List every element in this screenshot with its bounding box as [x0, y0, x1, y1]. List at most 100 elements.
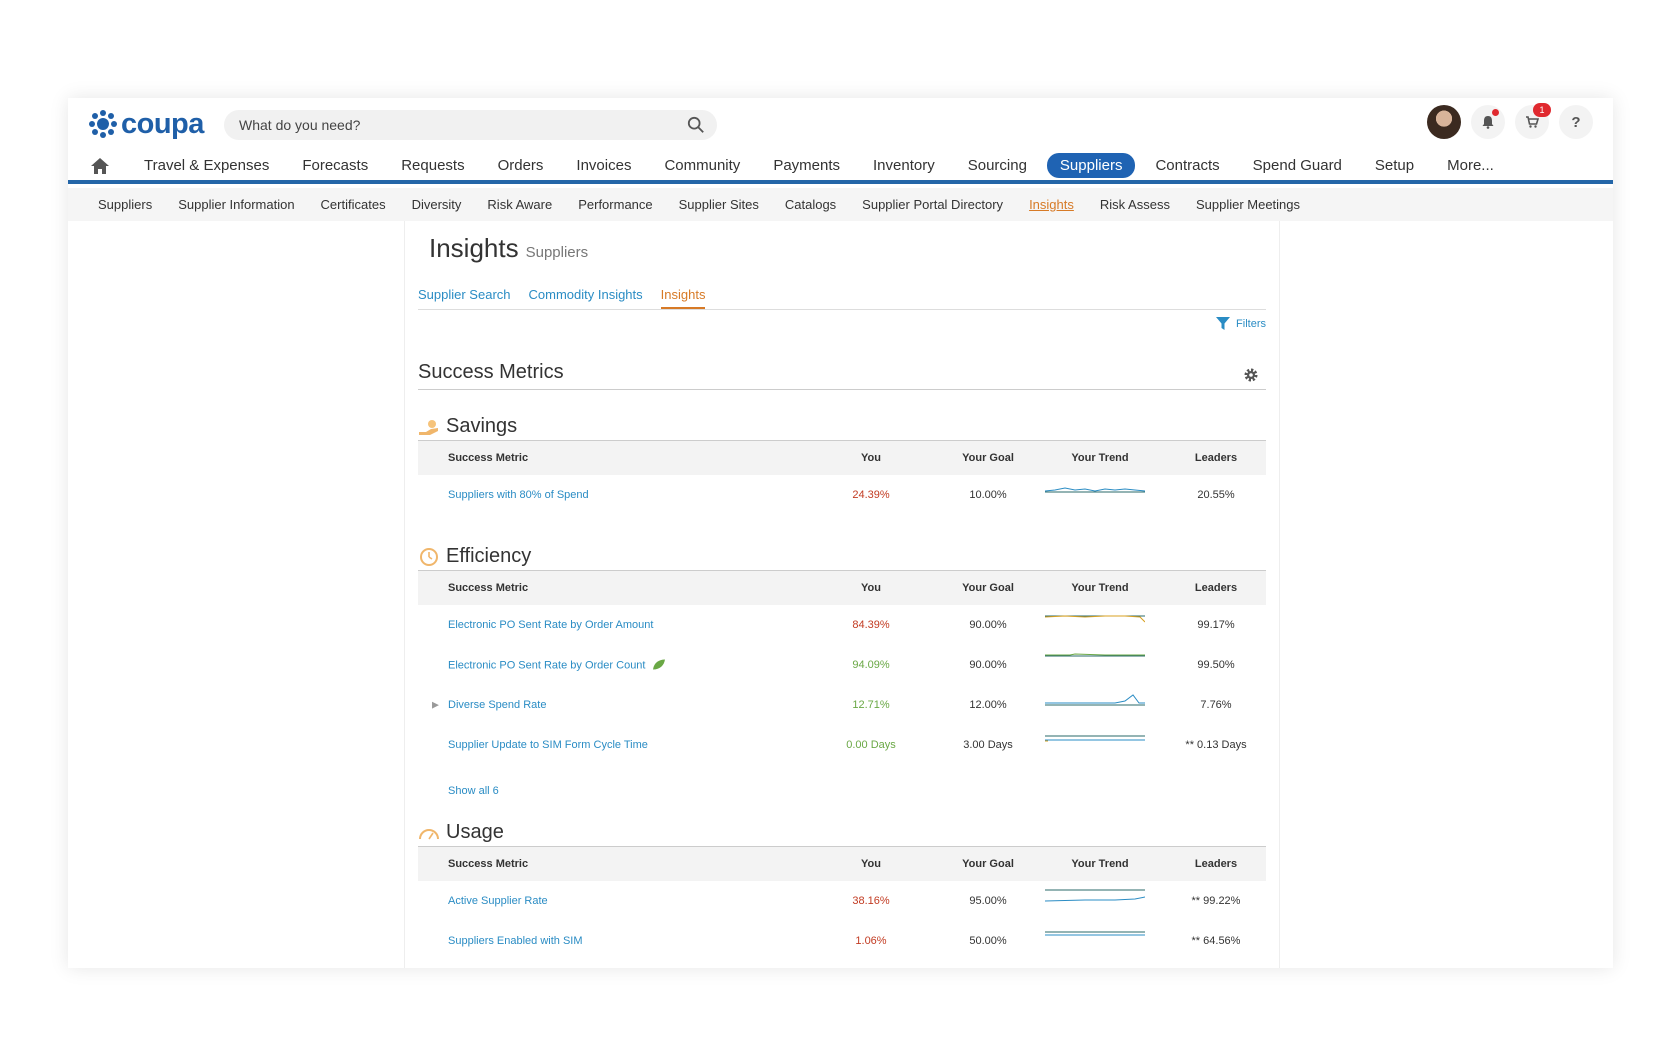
subnav-supplier-portal-directory[interactable]: Supplier Portal Directory: [862, 197, 1003, 212]
trend-sparkline: [1045, 694, 1145, 706]
expand-chevron-icon[interactable]: ▶: [432, 700, 439, 711]
gear-icon[interactable]: [1243, 367, 1259, 383]
search-icon[interactable]: [687, 116, 705, 134]
cart-button[interactable]: 1: [1515, 103, 1551, 139]
leaders-value: 99.17%: [1197, 619, 1235, 631]
leaders-value: 20.55%: [1197, 489, 1235, 501]
subnav-risk-aware[interactable]: Risk Aware: [487, 197, 552, 212]
col-your-trend: Your Trend: [1071, 858, 1129, 870]
user-avatar[interactable]: [1427, 105, 1461, 139]
top-bar: coupa What do you need? 1 ?: [68, 98, 1613, 150]
nav-payments[interactable]: Payments: [760, 153, 853, 178]
you-value: 0.00 Days: [846, 739, 896, 751]
goal-value: 12.00%: [969, 699, 1007, 711]
nav-community[interactable]: Community: [651, 153, 753, 178]
metric-link[interactable]: Suppliers Enabled with SIM: [448, 935, 583, 947]
leaders-value: ** 0.13 Days: [1185, 739, 1247, 751]
filters-button[interactable]: Filters: [1216, 317, 1266, 331]
subnav-insights[interactable]: Insights: [1029, 197, 1074, 212]
nav-invoices[interactable]: Invoices: [563, 153, 644, 178]
goal-value: 90.00%: [969, 659, 1007, 671]
trend-sparkline: [1045, 735, 1145, 742]
col-your-goal: Your Goal: [962, 858, 1014, 870]
you-value: 84.39%: [852, 619, 890, 631]
subnav-supplier-sites[interactable]: Supplier Sites: [679, 197, 759, 212]
usage-category: Usage Success Metric You Your Goal Your …: [418, 819, 1266, 961]
tab-insights[interactable]: Insights: [660, 287, 706, 309]
notification-badge: [1492, 109, 1499, 116]
goal-value: 90.00%: [969, 619, 1007, 631]
subnav-catalogs[interactable]: Catalogs: [785, 197, 836, 212]
nav-forecasts[interactable]: Forecasts: [289, 153, 381, 178]
nav-sourcing[interactable]: Sourcing: [955, 153, 1040, 178]
main-nav-items: Travel & Expenses Forecasts Requests Ord…: [131, 150, 1514, 180]
nav-contracts[interactable]: Contracts: [1142, 153, 1232, 178]
usage-gauge-icon: [419, 828, 439, 839]
goal-value: 3.00 Days: [963, 739, 1013, 751]
nav-setup[interactable]: Setup: [1362, 153, 1427, 178]
subnav-supplier-meetings[interactable]: Supplier Meetings: [1196, 197, 1300, 212]
col-your-goal: Your Goal: [962, 452, 1014, 464]
subnav-diversity[interactable]: Diversity: [412, 197, 462, 212]
savings-table-header: Success Metric You Your Goal Your Trend …: [418, 441, 1266, 475]
help-button[interactable]: ?: [1559, 105, 1593, 139]
page-title: Insights Suppliers: [429, 233, 588, 264]
usage-table-header: Success Metric You Your Goal Your Trend …: [418, 847, 1266, 881]
goal-value: 50.00%: [969, 935, 1007, 947]
coupa-logo[interactable]: coupa: [88, 108, 204, 140]
you-value: 38.16%: [852, 895, 890, 907]
page-title-text: Insights: [429, 233, 519, 263]
filters-label: Filters: [1236, 318, 1266, 330]
trend-sparkline: [1045, 653, 1145, 657]
savings-category: Savings Success Metric You Your Goal You…: [418, 413, 1266, 515]
nav-orders[interactable]: Orders: [485, 153, 557, 178]
col-you: You: [861, 582, 881, 594]
nav-inventory[interactable]: Inventory: [860, 153, 948, 178]
home-icon[interactable]: [90, 157, 110, 175]
efficiency-clock-icon: [420, 547, 438, 566]
search-input[interactable]: What do you need?: [239, 117, 360, 133]
search-bar[interactable]: What do you need?: [224, 110, 717, 140]
metric-link[interactable]: Diverse Spend Rate: [448, 699, 546, 711]
col-leaders: Leaders: [1194, 452, 1238, 464]
show-all-link[interactable]: Show all 6: [448, 785, 499, 797]
nav-spend-guard[interactable]: Spend Guard: [1240, 153, 1355, 178]
col-you: You: [861, 858, 881, 870]
trend-sparkline: [1045, 931, 1145, 936]
nav-more[interactable]: More...: [1434, 153, 1507, 178]
success-metrics-header: Success Metrics: [418, 361, 1266, 390]
metric-link[interactable]: Electronic PO Sent Rate by Order Count: [448, 659, 666, 672]
nav-suppliers[interactable]: Suppliers: [1046, 152, 1136, 178]
efficiency-header: Efficiency: [418, 543, 1266, 571]
metric-link[interactable]: Supplier Update to SIM Form Cycle Time: [448, 739, 648, 751]
leaders-value: ** 99.22%: [1191, 895, 1241, 907]
subnav-supplier-information[interactable]: Supplier Information: [178, 197, 294, 212]
trend-sparkline: [1045, 889, 1145, 902]
metric-link[interactable]: Suppliers with 80% of Spend: [448, 489, 589, 501]
nav-requests[interactable]: Requests: [388, 153, 477, 178]
subnav-suppliers[interactable]: Suppliers: [98, 197, 152, 212]
logo-text: coupa: [121, 107, 204, 140]
col-leaders: Leaders: [1194, 582, 1238, 594]
bell-icon: [1482, 116, 1494, 129]
subnav-performance[interactable]: Performance: [578, 197, 652, 212]
col-your-trend: Your Trend: [1071, 582, 1129, 594]
savings-icon: [419, 419, 438, 435]
tab-supplier-search[interactable]: Supplier Search: [418, 287, 511, 309]
table-row: Electronic PO Sent Rate by Order Amount …: [418, 605, 1266, 645]
header-actions: 1 ?: [1427, 103, 1593, 139]
subnav-certificates[interactable]: Certificates: [321, 197, 386, 212]
cart-icon: [1526, 116, 1539, 128]
metric-link[interactable]: Active Supplier Rate: [448, 895, 548, 907]
app-window: coupa What do you need? 1 ? Travel & Exp…: [68, 98, 1613, 968]
metric-link[interactable]: Electronic PO Sent Rate by Order Amount: [448, 619, 653, 631]
col-success-metric: Success Metric: [448, 858, 529, 870]
table-row: Active Supplier Rate 38.16% 95.00% ** 99…: [418, 881, 1266, 921]
tab-commodity-insights[interactable]: Commodity Insights: [529, 287, 643, 309]
col-you: You: [861, 452, 881, 464]
notifications-button[interactable]: [1471, 105, 1505, 139]
nav-travel-expenses[interactable]: Travel & Expenses: [131, 153, 282, 178]
savings-title: Savings: [446, 415, 518, 437]
subnav-risk-assess[interactable]: Risk Assess: [1100, 197, 1170, 212]
efficiency-category: Efficiency Success Metric You Your Goal …: [418, 543, 1266, 797]
